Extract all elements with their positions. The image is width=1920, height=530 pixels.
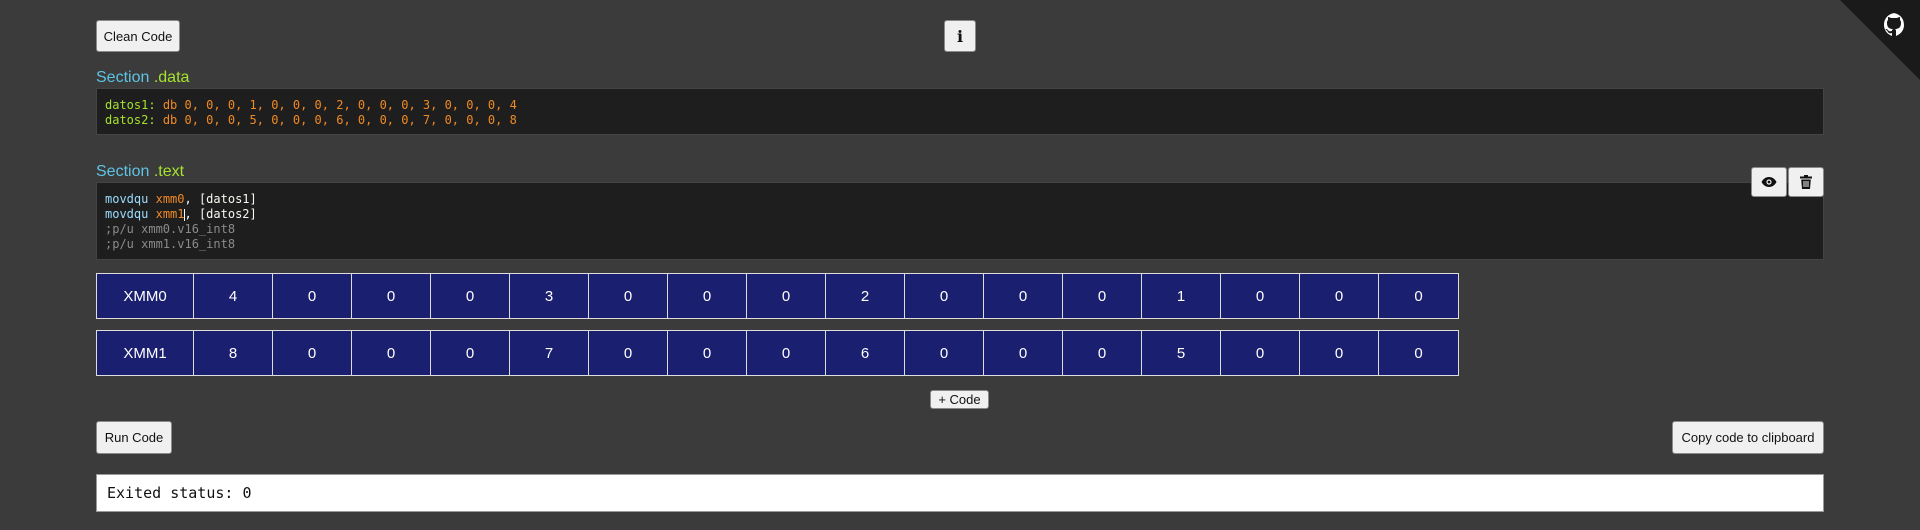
- info-icon: i: [956, 26, 964, 46]
- data-section-title: Section .data: [96, 69, 189, 87]
- github-corner[interactable]: [1840, 0, 1920, 80]
- text-code-editor[interactable]: movdqu xmm0, [datos1] movdqu xmm1, [dato…: [96, 182, 1824, 260]
- github-octocat-icon: [1884, 13, 1904, 36]
- instruction: movdqu: [105, 192, 149, 206]
- register-row-xmm0: XMM0 4 0 0 0 3 0 0 0 2 0 0 0 1 0 0 0: [96, 273, 1459, 319]
- exit-status-text: Exited status: 0: [107, 484, 252, 502]
- eye-icon: [1761, 177, 1777, 187]
- clean-code-button[interactable]: Clean Code: [96, 20, 180, 52]
- register-name: XMM0: [97, 274, 194, 318]
- delete-button[interactable]: [1788, 167, 1824, 197]
- register-byte: 0: [984, 331, 1063, 375]
- register-byte: 0: [1300, 331, 1379, 375]
- register-operand: xmm1: [155, 207, 185, 221]
- section-name: .text: [153, 163, 185, 180]
- code-line: movdqu xmm1, [datos2]: [105, 207, 1815, 222]
- register-name: XMM1: [97, 331, 194, 375]
- register-byte: 0: [273, 274, 352, 318]
- register-byte: 0: [1221, 331, 1300, 375]
- data-values: 0, 0, 0, 5, 0, 0, 0, 6, 0, 0, 0, 7, 0, 0…: [184, 113, 517, 127]
- copy-code-button[interactable]: Copy code to clipboard: [1672, 421, 1824, 454]
- register-byte: 0: [589, 331, 668, 375]
- code-line: movdqu xmm0, [datos1]: [105, 192, 1815, 207]
- output-console: Exited status: 0: [96, 474, 1824, 512]
- register-byte: 5: [1142, 331, 1221, 375]
- register-byte: 0: [589, 274, 668, 318]
- register-byte: 0: [431, 274, 510, 318]
- register-byte: 0: [905, 274, 984, 318]
- trash-icon: [1800, 175, 1812, 189]
- data-label: datos1:: [105, 98, 156, 112]
- register-byte: 0: [352, 331, 431, 375]
- register-byte: 0: [1221, 274, 1300, 318]
- register-byte: 0: [984, 274, 1063, 318]
- register-byte: 0: [1063, 274, 1142, 318]
- view-button[interactable]: [1751, 167, 1787, 197]
- comment-line: ;p/u xmm1.v16_int8: [105, 237, 236, 251]
- register-byte: 0: [1379, 331, 1458, 375]
- text-section-title: Section .text: [96, 163, 184, 181]
- run-code-button[interactable]: Run Code: [96, 421, 172, 454]
- register-byte: 0: [1300, 274, 1379, 318]
- register-byte: 3: [510, 274, 589, 318]
- section-name: .data: [153, 69, 190, 86]
- section-keyword: Section: [96, 163, 150, 180]
- register-byte: 0: [668, 331, 747, 375]
- register-byte: 8: [194, 331, 273, 375]
- register-byte: 0: [431, 331, 510, 375]
- register-byte: 6: [826, 331, 905, 375]
- register-row-xmm1: XMM1 8 0 0 0 7 0 0 0 6 0 0 0 5 0 0 0: [96, 330, 1459, 376]
- data-line: datos2: db 0, 0, 0, 5, 0, 0, 0, 6, 0, 0,…: [105, 113, 1815, 128]
- register-byte: 0: [273, 331, 352, 375]
- register-byte: 0: [747, 274, 826, 318]
- data-code-editor[interactable]: datos1: db 0, 0, 0, 1, 0, 0, 0, 2, 0, 0,…: [96, 88, 1824, 135]
- info-button[interactable]: i: [944, 20, 976, 52]
- data-line: datos1: db 0, 0, 0, 1, 0, 0, 0, 2, 0, 0,…: [105, 98, 1815, 113]
- register-byte: 4: [194, 274, 273, 318]
- register-byte: 0: [747, 331, 826, 375]
- data-directive: db: [162, 98, 178, 112]
- comment-line: ;p/u xmm0.v16_int8: [105, 222, 236, 236]
- register-byte: 0: [905, 331, 984, 375]
- data-label: datos2:: [105, 113, 156, 127]
- memory-operand: , [datos1]: [184, 192, 257, 206]
- register-byte: 1: [1142, 274, 1221, 318]
- data-directive: db: [162, 113, 178, 127]
- section-keyword: Section: [96, 69, 150, 86]
- memory-operand: , [datos2]: [184, 207, 257, 221]
- data-values: 0, 0, 0, 1, 0, 0, 0, 2, 0, 0, 0, 3, 0, 0…: [184, 98, 517, 112]
- register-byte: 0: [1379, 274, 1458, 318]
- register-byte: 0: [1063, 331, 1142, 375]
- add-code-button[interactable]: + Code: [930, 390, 989, 409]
- register-byte: 0: [352, 274, 431, 318]
- register-byte: 2: [826, 274, 905, 318]
- instruction: movdqu: [105, 207, 149, 221]
- register-operand: xmm0: [155, 192, 185, 206]
- register-byte: 0: [668, 274, 747, 318]
- register-byte: 7: [510, 331, 589, 375]
